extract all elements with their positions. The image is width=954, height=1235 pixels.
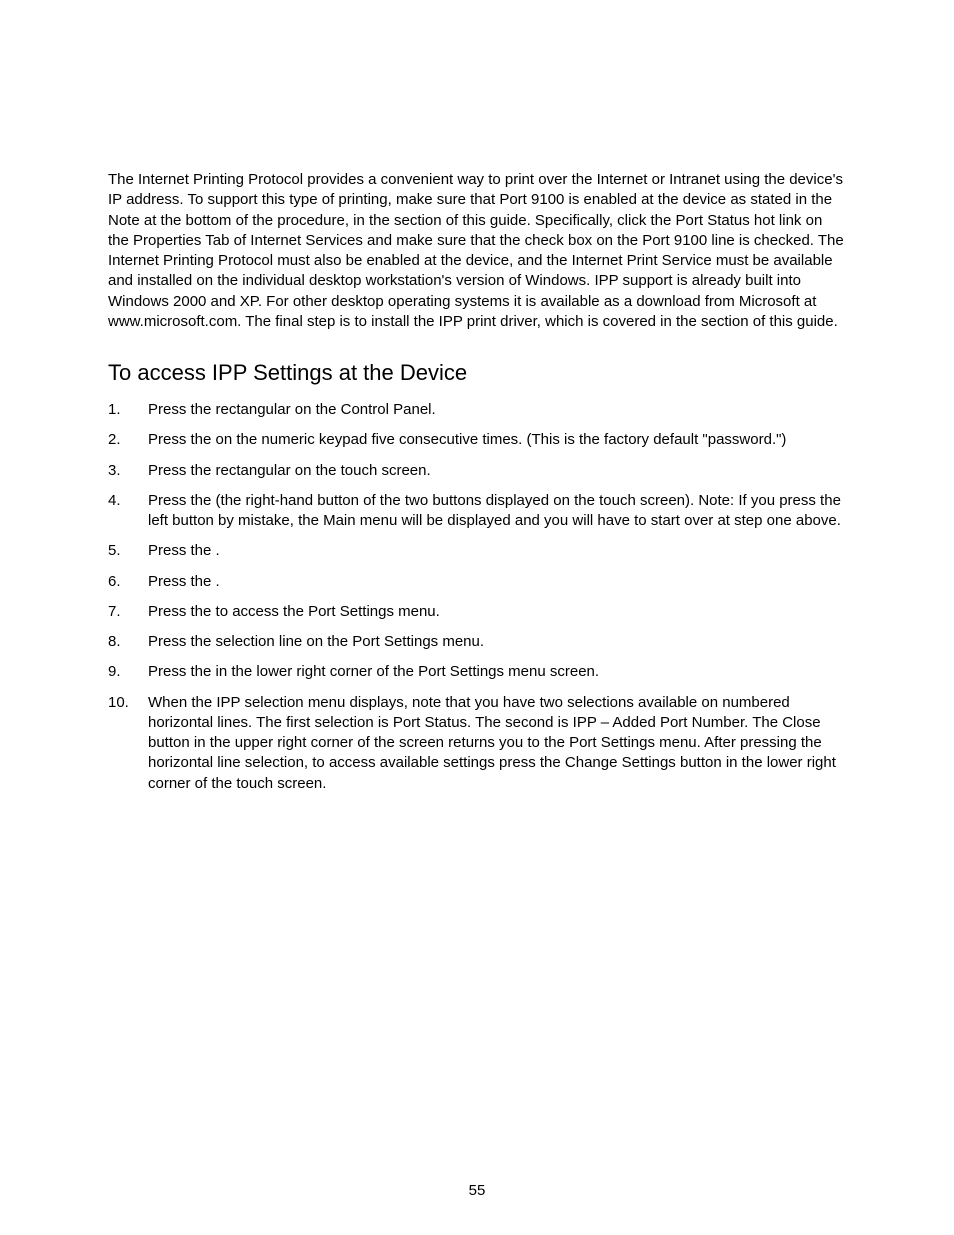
intro-paragraph: The Internet Printing Protocol provides … bbox=[108, 170, 846, 332]
page-number: 55 bbox=[469, 1182, 486, 1199]
step-number: 10. bbox=[108, 693, 138, 713]
step-text: Press the rectangular on the touch scree… bbox=[148, 462, 431, 479]
section-heading: To access IPP Settings at the Device bbox=[108, 360, 846, 386]
step-number: 2. bbox=[108, 430, 138, 450]
step-number: 6. bbox=[108, 572, 138, 592]
step-text: Press the rectangular on the Control Pan… bbox=[148, 401, 436, 418]
step-text: When the IPP selection menu displays, no… bbox=[148, 694, 836, 792]
step-item: 4. Press the (the right-hand button of th… bbox=[108, 491, 846, 532]
step-item: 8. Press the selection line on the Port S… bbox=[108, 632, 846, 652]
step-number: 4. bbox=[108, 491, 138, 511]
steps-list: 1. Press the rectangular on the Control P… bbox=[108, 400, 846, 794]
step-item: 7. Press the to access the Port Settings … bbox=[108, 602, 846, 622]
step-text: Press the . bbox=[148, 542, 220, 559]
step-number: 1. bbox=[108, 400, 138, 420]
step-text: Press the on the numeric keypad five con… bbox=[148, 431, 786, 448]
step-text: Press the selection line on the Port Set… bbox=[148, 633, 484, 650]
step-text: Press the . bbox=[148, 573, 220, 590]
step-item: 3. Press the rectangular on the touch scr… bbox=[108, 461, 846, 481]
step-text: Press the to access the Port Settings me… bbox=[148, 603, 440, 620]
step-item: 1. Press the rectangular on the Control P… bbox=[108, 400, 846, 420]
step-text: Press the (the right-hand button of the … bbox=[148, 492, 841, 529]
step-item: 10. When the IPP selection menu displays,… bbox=[108, 693, 846, 794]
step-number: 9. bbox=[108, 662, 138, 682]
step-item: 6. Press the . bbox=[108, 572, 846, 592]
step-item: 9. Press the in the lower right corner of… bbox=[108, 662, 846, 682]
step-text: Press the in the lower right corner of t… bbox=[148, 663, 599, 680]
step-number: 5. bbox=[108, 541, 138, 561]
step-item: 2. Press the on the numeric keypad five c… bbox=[108, 430, 846, 450]
step-number: 3. bbox=[108, 461, 138, 481]
step-number: 8. bbox=[108, 632, 138, 652]
step-item: 5. Press the . bbox=[108, 541, 846, 561]
step-number: 7. bbox=[108, 602, 138, 622]
